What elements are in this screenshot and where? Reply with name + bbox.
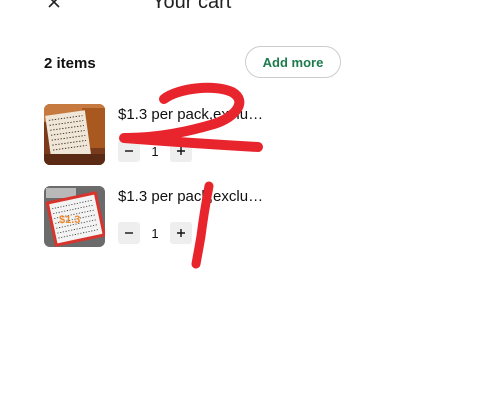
- decrease-quantity-button[interactable]: [118, 222, 140, 244]
- product-image: $1.3: [44, 186, 105, 247]
- quantity-stepper: 1: [118, 222, 192, 244]
- cart-item: $1.3 $1.3 per pack,excluding shipping 1: [44, 186, 444, 248]
- close-icon: [48, 0, 60, 8]
- items-count: 2 items: [44, 55, 96, 72]
- cart-header: Your cart: [0, 0, 482, 20]
- decrease-quantity-button[interactable]: [118, 140, 140, 162]
- product-thumbnail[interactable]: [44, 104, 105, 165]
- thumbnail-price-badge: $1.3: [59, 214, 80, 226]
- cart-item: $1.3 per pack,excluding shipping 1: [44, 104, 444, 166]
- minus-icon: [125, 150, 133, 152]
- increase-quantity-button[interactable]: [170, 222, 192, 244]
- increase-quantity-button[interactable]: [170, 140, 192, 162]
- page-title: Your cart: [152, 0, 232, 13]
- plus-icon: [177, 229, 185, 237]
- quantity-value: 1: [151, 143, 159, 159]
- product-thumbnail[interactable]: $1.3: [44, 186, 105, 247]
- minus-icon: [125, 232, 133, 234]
- plus-icon: [177, 147, 185, 155]
- add-more-button[interactable]: Add more: [245, 46, 341, 78]
- close-button[interactable]: [44, 0, 64, 12]
- quantity-stepper: 1: [118, 140, 192, 162]
- product-name[interactable]: $1.3 per pack,excluding shipping: [118, 106, 270, 123]
- quantity-value: 1: [151, 225, 159, 241]
- product-image: [44, 104, 105, 165]
- product-name[interactable]: $1.3 per pack,excluding shipping: [118, 188, 270, 205]
